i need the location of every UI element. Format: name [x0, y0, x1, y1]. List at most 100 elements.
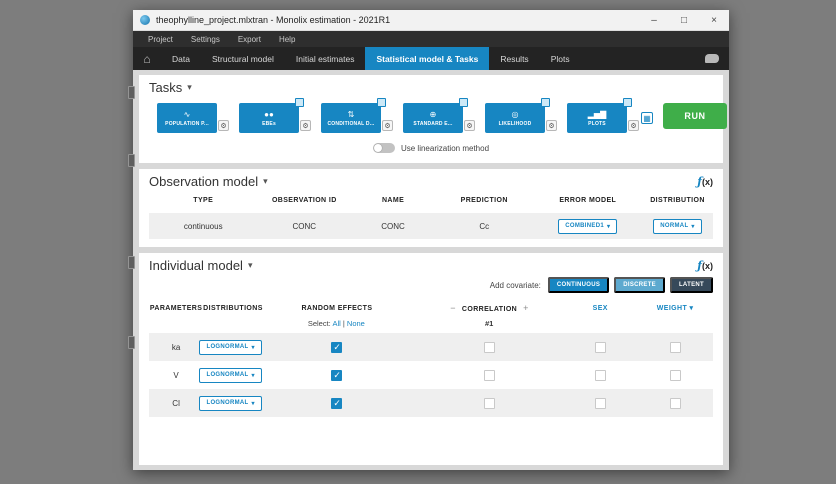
task-checkbox[interactable]: [623, 98, 632, 107]
chevron-down-icon: ▾: [251, 344, 255, 351]
menu-project[interactable]: Project: [139, 35, 182, 44]
col-distribution: DISTRIBUTION: [650, 197, 705, 204]
wrench-icon[interactable]: ⚙: [628, 120, 639, 131]
tab-structural-model[interactable]: Structural model: [201, 47, 285, 70]
task-checkbox[interactable]: [541, 98, 550, 107]
chevron-down-icon: ▾: [606, 223, 611, 230]
wrench-icon[interactable]: ⚙: [300, 120, 311, 131]
add-latent-covariate-button[interactable]: LATENT: [669, 277, 713, 293]
correlation-checkbox-cl[interactable]: [484, 397, 496, 409]
standard-errors-icon: ⊕: [429, 109, 437, 119]
add-covariate-row: Add covariate: CONTINUOUS DISCRETE LATEN…: [149, 273, 713, 301]
distribution-select-v[interactable]: LOGNORMAL ▾: [199, 367, 262, 383]
formula-fx-icon[interactable]: ƒ(x): [697, 175, 713, 188]
wrench-icon[interactable]: ⚙: [382, 120, 393, 131]
task-checkbox[interactable]: [377, 98, 386, 107]
individual-model-panel: Individual model ▾ ƒ(x) Add covariate: C…: [139, 253, 723, 465]
side-panel-handle[interactable]: [128, 154, 135, 167]
distribution-select-ka[interactable]: LOGNORMAL ▾: [199, 339, 262, 355]
observation-model-title: Observation model: [149, 174, 259, 189]
task-checkbox[interactable]: [295, 98, 304, 107]
add-continuous-covariate-button[interactable]: CONTINUOUS: [547, 277, 610, 293]
obs-name: CONC: [381, 221, 405, 231]
sex-covariate-checkbox-cl[interactable]: [594, 397, 606, 409]
select-all-link[interactable]: All: [332, 319, 340, 328]
chevron-down-icon[interactable]: ▾: [263, 176, 268, 187]
col-weight[interactable]: WEIGHT ▾: [637, 304, 713, 312]
individual-table-header: PARAMETERS DISTRIBUTIONS RANDOM EFFECTS …: [149, 303, 713, 313]
distribution-select[interactable]: NORMAL ▾: [653, 218, 702, 234]
formula-fx-icon[interactable]: ƒ(x): [697, 259, 713, 272]
menu-export[interactable]: Export: [229, 35, 270, 44]
select-none-link[interactable]: None: [347, 319, 365, 328]
col-name: NAME: [381, 197, 405, 204]
feedback-bubble-icon[interactable]: [705, 54, 719, 63]
parameter-name: V: [173, 370, 179, 380]
correlation-checkbox-v[interactable]: [484, 369, 496, 381]
task-likelihood-button[interactable]: ◎ LIKELIHOOD ⚙: [485, 98, 557, 133]
ebes-icon: ●●: [264, 109, 274, 119]
home-icon[interactable]: ⌂: [133, 47, 161, 70]
weight-covariate-checkbox-ka[interactable]: [669, 341, 681, 353]
tab-plots[interactable]: Plots: [540, 47, 581, 70]
col-error-model: ERROR MODEL: [559, 197, 617, 204]
task-ebes-button[interactable]: ●● EBEs ⚙: [239, 98, 311, 133]
wrench-icon[interactable]: ⚙: [218, 120, 229, 131]
add-discrete-covariate-button[interactable]: DISCRETE: [614, 277, 665, 293]
chevron-down-icon[interactable]: ▾: [187, 82, 192, 93]
task-plots-button[interactable]: ▂▅▇ PLOTS ▦ ⚙: [567, 98, 653, 133]
task-population-parameters-button[interactable]: ∿ POPULATION P... ⚙: [157, 103, 229, 133]
population-parameters-icon: ∿: [183, 109, 191, 119]
linearization-label: Use linearization method: [400, 143, 490, 153]
sex-covariate-checkbox-v[interactable]: [594, 369, 606, 381]
run-button[interactable]: RUN: [663, 103, 727, 129]
distribution-value: LOGNORMAL: [206, 400, 249, 406]
col-sex[interactable]: SEX: [563, 305, 637, 312]
close-button[interactable]: ×: [699, 10, 729, 30]
observation-model-header: Observation model ▾ ƒ(x): [149, 174, 713, 189]
correlation-checkbox-ka[interactable]: [484, 341, 496, 353]
task-label: STANDARD E...: [413, 120, 453, 127]
random-effect-checkbox-ka[interactable]: [331, 341, 343, 353]
weight-covariate-checkbox-v[interactable]: [669, 369, 681, 381]
conditional-distribution-icon: ⇅: [347, 109, 355, 119]
chevron-down-icon: ▾: [251, 372, 255, 379]
minimize-button[interactable]: –: [639, 10, 669, 30]
task-standard-errors-button[interactable]: ⊕ STANDARD E... ⚙: [403, 98, 475, 133]
distribution-value: LOGNORMAL: [206, 344, 249, 350]
add-covariate-label: Add covariate:: [489, 280, 541, 290]
maximize-button[interactable]: □: [669, 10, 699, 30]
random-effect-checkbox-v[interactable]: [331, 369, 343, 381]
sex-covariate-checkbox-ka[interactable]: [594, 341, 606, 353]
task-conditional-distribution-button[interactable]: ⇅ CONDITIONAL D... ⚙: [321, 98, 393, 133]
error-model-select[interactable]: COMBINED1 ▾: [558, 218, 618, 234]
distribution-select-cl[interactable]: LOGNORMAL ▾: [199, 395, 262, 411]
side-panel-handle[interactable]: [128, 336, 135, 349]
task-checkbox[interactable]: [459, 98, 468, 107]
tab-results[interactable]: Results: [489, 47, 539, 70]
menu-settings[interactable]: Settings: [182, 35, 229, 44]
plot-selection-icon[interactable]: ▦: [641, 112, 653, 124]
add-correlation-button[interactable]: +: [517, 303, 535, 313]
side-panel-handle[interactable]: [128, 256, 135, 269]
select-row: Select: All | None #1: [149, 313, 713, 333]
wrench-icon[interactable]: ⚙: [464, 120, 475, 131]
tab-data[interactable]: Data: [161, 47, 201, 70]
wrench-icon[interactable]: ⚙: [546, 120, 557, 131]
random-effect-checkbox-cl[interactable]: [331, 397, 343, 409]
weight-covariate-checkbox-cl[interactable]: [669, 397, 681, 409]
correlation-label: CORRELATION: [461, 306, 518, 313]
menu-bar: Project Settings Export Help: [133, 31, 729, 47]
obs-prediction: Cc: [479, 221, 490, 231]
tab-initial-estimates[interactable]: Initial estimates: [285, 47, 366, 70]
menu-help[interactable]: Help: [270, 35, 304, 44]
remove-correlation-button[interactable]: −: [444, 303, 462, 313]
side-panel-handle[interactable]: [128, 86, 135, 99]
linearization-toggle[interactable]: [372, 143, 395, 153]
app-window: theophylline_project.mlxtran - Monolix e…: [128, 10, 729, 470]
chevron-down-icon[interactable]: ▾: [248, 260, 253, 271]
parameter-name: Cl: [172, 398, 180, 408]
tab-statistical-model-tasks[interactable]: Statistical model & Tasks: [365, 47, 490, 70]
error-model-value: COMBINED1: [565, 223, 604, 229]
chevron-down-icon: ▾: [691, 223, 695, 230]
